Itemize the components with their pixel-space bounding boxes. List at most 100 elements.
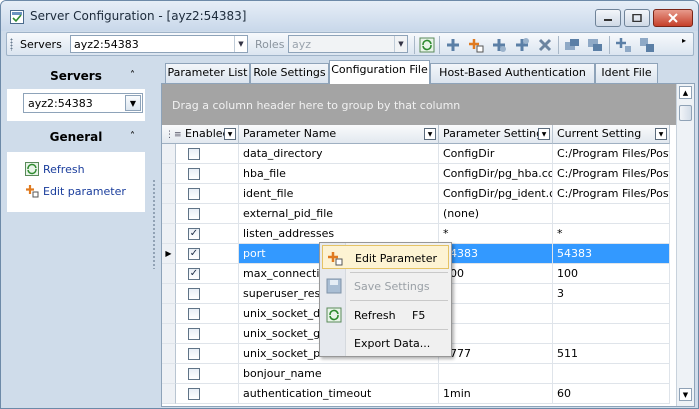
current-cell[interactable]	[553, 204, 670, 224]
name-cell[interactable]: listen_addresses	[239, 224, 439, 244]
scroll-up-icon[interactable]: ▲	[679, 86, 692, 99]
group-settings-icon[interactable]	[639, 37, 655, 53]
enabled-checkbox[interactable]	[188, 308, 200, 320]
tab-configuration-file[interactable]: Configuration File	[329, 60, 430, 84]
table-row[interactable]: authentication_timeout 1min 60	[162, 384, 676, 404]
name-cell[interactable]: authentication_timeout	[239, 384, 439, 404]
row-indicator[interactable]	[162, 264, 176, 284]
current-cell[interactable]: 100	[553, 264, 670, 284]
filter-dropdown-icon[interactable]: ▼	[224, 128, 236, 140]
chevron-down-icon[interactable]: ▼	[394, 36, 407, 52]
row-indicator[interactable]	[162, 204, 176, 224]
row-indicator[interactable]	[162, 164, 176, 184]
filter-dropdown-icon[interactable]: ▼	[424, 128, 436, 140]
row-indicator[interactable]	[162, 324, 176, 344]
parameter-gear-icon[interactable]	[514, 37, 530, 53]
tab-role-settings[interactable]: Role Settings	[250, 63, 329, 83]
tab-host-based-authentication-file[interactable]: Host-Based Authentication File	[430, 63, 595, 97]
scroll-down-icon[interactable]: ▼	[679, 388, 692, 401]
enabled-checkbox[interactable]	[188, 328, 200, 340]
setting-cell[interactable]: *	[439, 224, 553, 244]
setting-cell[interactable]: 54383	[439, 244, 553, 264]
current-cell[interactable]: C:/Program Files/Postg	[553, 164, 670, 184]
setting-cell[interactable]: 100	[439, 264, 553, 284]
enabled-checkbox[interactable]: ✓	[188, 228, 200, 240]
filter-dropdown-icon[interactable]: ▼	[538, 128, 550, 140]
server-select[interactable]: ayz2:54383 ▼	[23, 93, 143, 113]
enabled-checkbox[interactable]	[188, 368, 200, 380]
parameter-settings-icon[interactable]	[491, 37, 507, 53]
table-row[interactable]: bonjour_name	[162, 364, 676, 384]
current-cell[interactable]	[553, 304, 670, 324]
setting-cell[interactable]	[439, 364, 553, 384]
name-cell[interactable]: data_directory	[239, 144, 439, 164]
name-cell[interactable]: bonjour_name	[239, 364, 439, 384]
row-indicator[interactable]	[162, 224, 176, 244]
toolbar-grip[interactable]	[10, 38, 13, 51]
chevron-down-icon[interactable]: ▼	[125, 95, 141, 111]
current-cell[interactable]	[553, 364, 670, 384]
table-row[interactable]: ✓ listen_addresses * *	[162, 224, 676, 244]
name-cell[interactable]: external_pid_file	[239, 204, 439, 224]
scroll-thumb[interactable]	[679, 105, 692, 121]
enabled-checkbox[interactable]	[188, 388, 200, 400]
setting-cell[interactable]	[439, 284, 553, 304]
enabled-checkbox[interactable]	[188, 148, 200, 160]
table-row[interactable]: ident_fileConfigDir/pg_ident.conC:/Progr…	[162, 184, 676, 204]
add-parameter-icon[interactable]	[445, 37, 461, 53]
setting-cell[interactable]: ConfigDir/pg_hba.conf	[439, 164, 553, 184]
current-cell[interactable]: 60	[553, 384, 670, 404]
setting-cell[interactable]	[439, 324, 553, 344]
current-cell[interactable]: C:/Program Files/Postg	[553, 144, 670, 164]
setting-cell[interactable]: ConfigDir/pg_ident.con	[439, 184, 553, 204]
setting-cell[interactable]: (none)	[439, 204, 553, 224]
current-cell[interactable]: *	[553, 224, 670, 244]
column-header-current-setting[interactable]: Current Setting ▼	[553, 125, 670, 144]
edit-parameter-icon[interactable]	[468, 37, 484, 53]
row-indicator[interactable]	[162, 144, 176, 164]
servers-combo[interactable]: ayz2:54383 ▼	[70, 35, 248, 53]
row-indicator[interactable]	[162, 304, 176, 324]
enabled-checkbox[interactable]: ✓	[188, 268, 200, 280]
sidebar-link-refresh[interactable]: Refresh	[25, 162, 85, 176]
row-indicator[interactable]	[162, 364, 176, 384]
enabled-checkbox[interactable]: ✓	[188, 248, 200, 260]
menu-item-edit-parameter[interactable]: Edit Parameter	[322, 245, 449, 269]
maximize-button[interactable]	[624, 9, 650, 27]
move-up-icon[interactable]	[564, 37, 580, 53]
current-cell[interactable]: 54383	[553, 244, 670, 264]
setting-cell[interactable]: ConfigDir	[439, 144, 553, 164]
row-indicator[interactable]: ▶	[162, 244, 176, 264]
row-indicator[interactable]	[162, 184, 176, 204]
menu-item-refresh[interactable]: Refresh F5	[322, 303, 449, 327]
table-row[interactable]: data_directory ConfigDir C:/Program Files/…	[162, 144, 676, 164]
minimize-button[interactable]	[595, 9, 621, 27]
collapse-icon[interactable]: ˄	[130, 122, 135, 152]
group-add-icon[interactable]	[616, 37, 632, 53]
enabled-checkbox[interactable]	[188, 168, 200, 180]
enabled-checkbox[interactable]	[188, 208, 200, 220]
tab-ident-file[interactable]: Ident File	[595, 63, 658, 83]
enabled-checkbox[interactable]	[188, 348, 200, 360]
row-indicator[interactable]	[162, 344, 176, 364]
column-header-parameter-setting[interactable]: Parameter Setting ▼	[439, 125, 553, 144]
current-cell[interactable]: 3	[553, 284, 670, 304]
row-indicator[interactable]	[162, 384, 176, 404]
menu-item-save-settings[interactable]: Save Settings	[322, 274, 449, 298]
menu-item-export-data[interactable]: Export Data...	[322, 331, 449, 355]
table-row[interactable]: hba_fileConfigDir/pg_hba.confC:/Program …	[162, 164, 676, 184]
column-header-enabled[interactable]: ⋮≡ Enabled ▼	[162, 125, 239, 144]
panel-splitter[interactable]	[152, 179, 156, 269]
current-cell[interactable]: C:/Program Files/Postg	[553, 184, 670, 204]
close-button[interactable]	[653, 9, 693, 27]
servers-section-header[interactable]: Servers ˄	[7, 61, 145, 91]
row-indicator[interactable]	[162, 284, 176, 304]
table-row[interactable]: external_pid_file (none)	[162, 204, 676, 224]
group-by-area[interactable]: Drag a column header here to group by th…	[162, 84, 676, 125]
move-down-icon[interactable]	[587, 37, 603, 53]
collapse-icon[interactable]: ˄	[130, 61, 135, 91]
enabled-checkbox[interactable]	[188, 288, 200, 300]
current-cell[interactable]: 511	[553, 344, 670, 364]
enabled-checkbox[interactable]	[188, 188, 200, 200]
column-header-parameter-name[interactable]: Parameter Name ▼	[239, 125, 439, 144]
